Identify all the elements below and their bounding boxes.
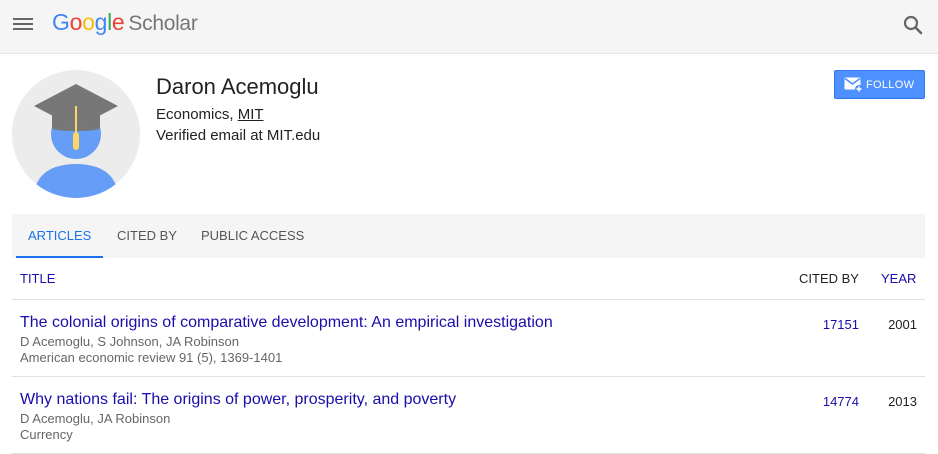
logo-letter: e [111, 9, 125, 35]
article-title-link[interactable]: The colonial origins of comparative deve… [20, 314, 553, 332]
article-authors: D Acemoglu, S Johnson, JA Robinson [20, 334, 239, 349]
tab-public-access[interactable]: PUBLIC ACCESS [199, 214, 306, 258]
articles-table-header: TITLE CITED BY YEAR [12, 259, 925, 300]
tab-articles[interactable]: ARTICLES [16, 214, 104, 258]
profile-affiliation: Economics, MIT [156, 106, 264, 123]
article-year: 2001 [888, 317, 917, 332]
email-plus-icon [844, 77, 863, 93]
cited-by-count-link[interactable]: 17151 [823, 317, 859, 332]
profile-name: Daron Acemoglu [156, 74, 319, 99]
follow-button[interactable]: FOLLOW [834, 70, 925, 99]
graduate-avatar-icon [12, 70, 140, 198]
affiliation-field: Economics, [156, 106, 238, 123]
logo-letter: o [82, 9, 95, 35]
logo-product-name: Scholar [128, 12, 198, 35]
article-venue: American economic review 91 (5), 1369-14… [20, 350, 283, 365]
tab-cited-by[interactable]: CITED BY [115, 214, 179, 258]
logo-letter: o [69, 9, 83, 35]
table-row: The colonial origins of comparative deve… [12, 300, 925, 377]
article-venue: Currency [20, 427, 73, 442]
institution-link[interactable]: MIT [238, 106, 264, 123]
logo-letter: G [52, 9, 70, 35]
article-year: 2013 [888, 394, 917, 409]
profile-tabs: ARTICLES CITED BY PUBLIC ACCESS [12, 214, 925, 258]
table-row: Why nations fail: The origins of power, … [12, 377, 925, 454]
follow-button-label: FOLLOW [866, 79, 915, 91]
google-scholar-logo[interactable]: Google Scholar [52, 9, 198, 36]
search-icon[interactable] [901, 13, 925, 37]
verified-email: Verified email at MIT.edu [156, 127, 321, 144]
top-bar: Google Scholar [0, 0, 938, 54]
hamburger-menu-icon[interactable] [13, 15, 34, 31]
article-authors: D Acemoglu, JA Robinson [20, 411, 171, 426]
article-title-link[interactable]: Why nations fail: The origins of power, … [20, 391, 456, 409]
title-column-header[interactable]: TITLE [20, 271, 55, 286]
cited-by-column-header: CITED BY [799, 271, 859, 286]
logo-letter: g [94, 9, 108, 35]
cited-by-count-link[interactable]: 14774 [823, 394, 859, 409]
year-column-header[interactable]: YEAR [881, 271, 916, 286]
